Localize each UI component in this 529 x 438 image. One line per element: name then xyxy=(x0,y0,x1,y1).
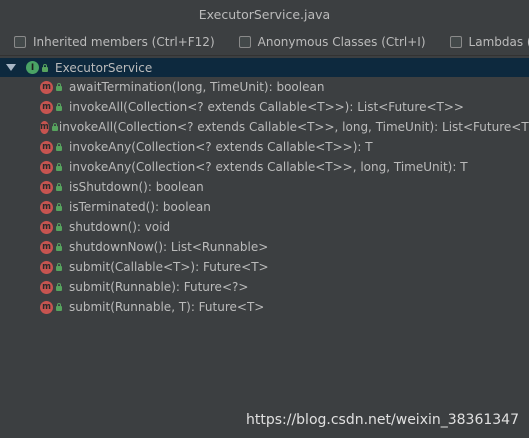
tree-method-item[interactable]: m shutdownNow(): List<Runnable> xyxy=(0,237,529,257)
anonymous-classes-checkbox[interactable] xyxy=(238,36,251,48)
tree-method-item[interactable]: m invokeAll(Collection<? extends Callable… xyxy=(0,97,529,117)
method-label: isTerminated(): boolean xyxy=(69,200,211,214)
chevron-down-icon[interactable] xyxy=(6,64,16,71)
method-label: invokeAny(Collection<? extends Callable<… xyxy=(69,140,373,154)
public-lock-icon xyxy=(56,303,62,311)
method-icon: m xyxy=(40,280,53,294)
filter-toolbar: Inherited members (Ctrl+F12) Anonymous C… xyxy=(0,29,529,56)
tree-root-item[interactable]: I ExecutorService xyxy=(0,58,529,77)
method-label: submit(Callable<T>): Future<T> xyxy=(69,260,269,274)
anonymous-classes-option[interactable]: Anonymous Classes (Ctrl+I) xyxy=(238,35,426,49)
method-label: shutdownNow(): List<Runnable> xyxy=(69,240,269,254)
inherited-members-label: Inherited members (Ctrl+F12) xyxy=(33,35,215,49)
method-label: isShutdown(): boolean xyxy=(69,180,204,194)
tree-method-item[interactable]: m isShutdown(): boolean xyxy=(0,177,529,197)
tree-method-item[interactable]: m shutdown(): void xyxy=(0,217,529,237)
method-icon: m xyxy=(40,240,53,254)
method-icon: m xyxy=(40,200,53,214)
tree-method-item[interactable]: m submit(Runnable, T): Future<T> xyxy=(0,297,529,317)
method-label: invokeAll(Collection<? extends Callable<… xyxy=(69,100,464,114)
tree-method-item[interactable]: m awaitTermination(long, TimeUnit): boole… xyxy=(0,77,529,97)
structure-tree: I ExecutorService m awaitTermination(long… xyxy=(0,56,529,438)
tree-method-item[interactable]: m invokeAny(Collection<? extends Callable… xyxy=(0,157,529,177)
method-label: submit(Runnable, T): Future<T> xyxy=(69,300,265,314)
inherited-members-checkbox[interactable] xyxy=(14,36,26,48)
watermark: https://blog.csdn.net/weixin_38361347 xyxy=(245,412,519,428)
public-lock-icon xyxy=(56,83,62,91)
method-icon: m xyxy=(40,100,53,114)
method-icon: m xyxy=(40,80,53,94)
window-title: ExecutorService.java xyxy=(0,0,529,29)
public-lock-icon xyxy=(56,283,62,291)
method-icon: m xyxy=(40,220,53,234)
method-icon: m xyxy=(40,160,53,174)
public-lock-icon xyxy=(56,243,62,251)
lambdas-option[interactable]: Lambdas (Ctrl+L) xyxy=(449,35,529,49)
method-label: invokeAny(Collection<? extends Callable<… xyxy=(69,160,468,174)
tree-method-item[interactable]: m isTerminated(): boolean xyxy=(0,197,529,217)
public-lock-icon xyxy=(56,103,62,111)
method-icon: m xyxy=(40,140,53,154)
method-label: shutdown(): void xyxy=(69,220,171,234)
tree-root-label: ExecutorService xyxy=(55,60,153,75)
public-lock-icon xyxy=(56,163,62,171)
public-lock-icon xyxy=(42,63,48,72)
public-lock-icon xyxy=(56,143,62,151)
public-lock-icon xyxy=(56,223,62,231)
inherited-members-option[interactable]: Inherited members (Ctrl+F12) xyxy=(14,35,215,49)
method-label: submit(Runnable): Future<?> xyxy=(69,280,249,294)
interface-icon: I xyxy=(26,61,39,74)
tree-method-item[interactable]: m invokeAll(Collection<? extends Callable… xyxy=(0,117,529,137)
public-lock-icon xyxy=(56,203,62,211)
method-label: awaitTermination(long, TimeUnit): boolea… xyxy=(69,80,325,94)
method-icon: m xyxy=(40,120,49,134)
structure-popup: ExecutorService.java Inherited members (… xyxy=(0,0,529,438)
method-icon: m xyxy=(40,300,53,314)
method-icon: m xyxy=(40,260,53,274)
tree-method-item[interactable]: m submit(Runnable): Future<?> xyxy=(0,277,529,297)
method-label: invokeAll(Collection<? extends Callable<… xyxy=(58,120,529,134)
method-icon: m xyxy=(40,180,53,194)
tree-method-item[interactable]: m invokeAny(Collection<? extends Callable… xyxy=(0,137,529,157)
anonymous-classes-label: Anonymous Classes (Ctrl+I) xyxy=(257,35,426,49)
public-lock-icon xyxy=(56,183,62,191)
lambdas-label: Lambdas (Ctrl+L) xyxy=(468,35,529,49)
lambdas-checkbox[interactable] xyxy=(449,36,462,48)
tree-method-item[interactable]: m submit(Callable<T>): Future<T> xyxy=(0,257,529,277)
public-lock-icon xyxy=(56,263,62,271)
